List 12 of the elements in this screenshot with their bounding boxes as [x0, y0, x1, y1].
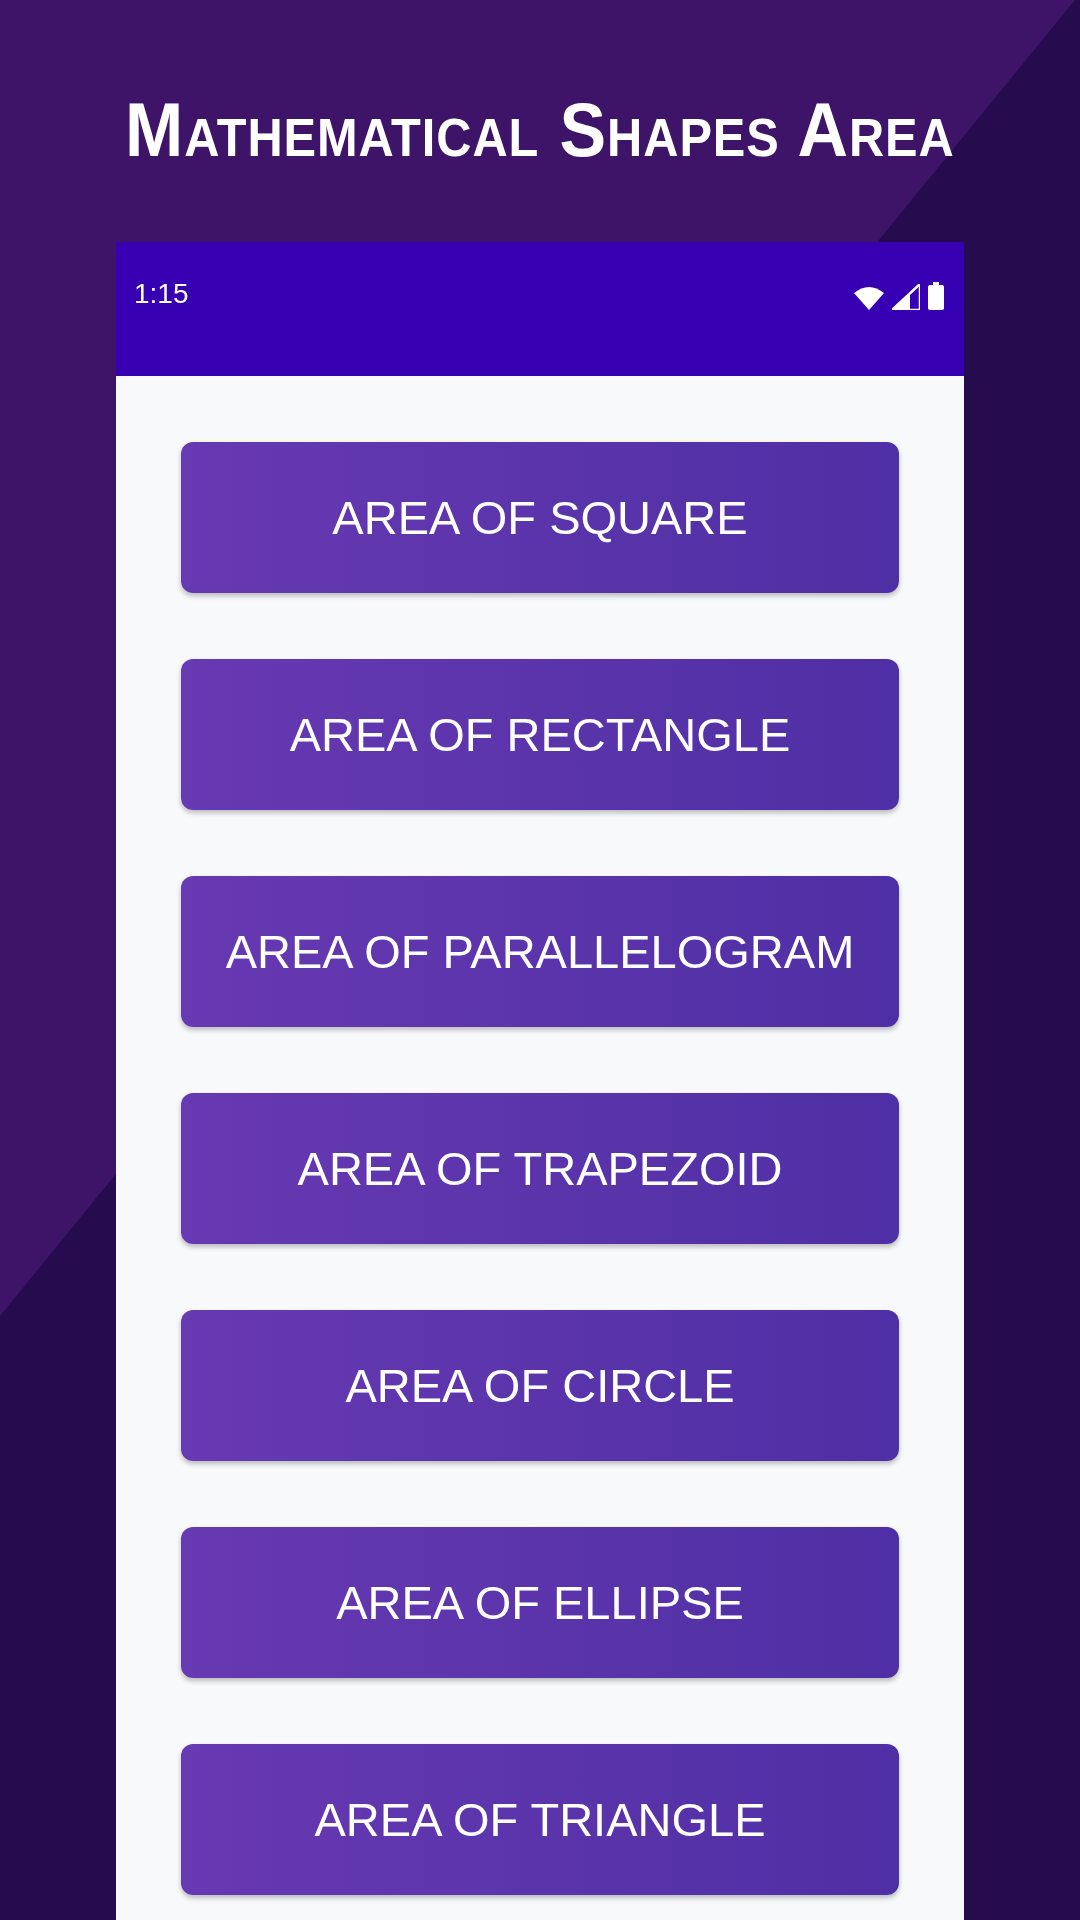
shape-button[interactable]: AREA OF RECTANGLE [181, 659, 899, 810]
shape-button[interactable]: AREA OF PARALLELOGRAM [181, 876, 899, 1027]
shape-button[interactable]: AREA OF TRIANGLE [181, 1744, 899, 1895]
shape-button[interactable]: AREA OF ELLIPSE [181, 1527, 899, 1678]
shape-button[interactable]: AREA OF TRAPEZOID [181, 1093, 899, 1244]
status-time: 1:15 [134, 278, 189, 310]
shape-button[interactable]: AREA OF CIRCLE [181, 1310, 899, 1461]
page-title: Mathematical Shapes Area [125, 86, 955, 174]
shape-button[interactable]: AREA OF SQUARE [181, 442, 899, 593]
signal-icon [892, 284, 920, 310]
battery-icon [928, 282, 944, 310]
wifi-icon [854, 286, 884, 310]
